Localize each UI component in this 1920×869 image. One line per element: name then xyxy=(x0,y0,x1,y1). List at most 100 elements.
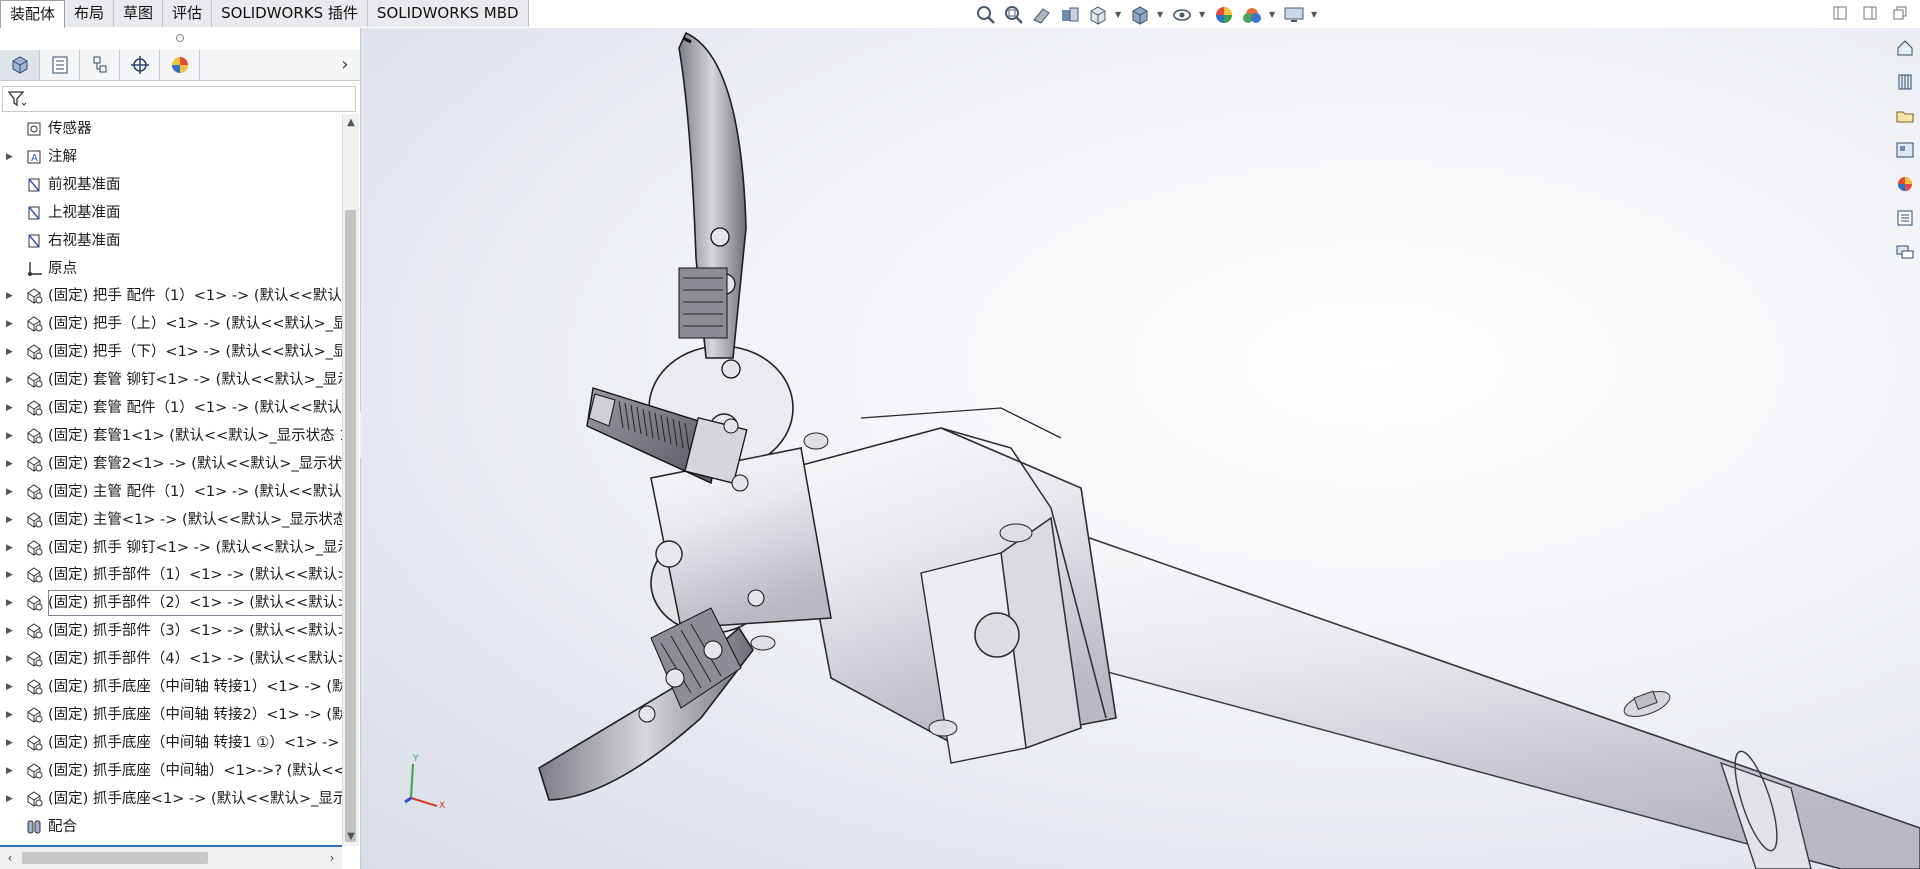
chevron-down-icon[interactable]: ▼ xyxy=(1311,5,1319,25)
solidworks-resources-icon[interactable] xyxy=(1890,34,1920,62)
tree-item[interactable]: ▶ (固定) 主管 配件（1）<1> -> (默认<<默认 xyxy=(0,479,342,505)
dimxpert-icon[interactable] xyxy=(120,50,160,80)
expand-arrow-icon[interactable]: ▶ xyxy=(6,283,16,309)
graphics-area[interactable]: Y X xyxy=(361,28,1920,869)
scroll-down-icon[interactable]: ▼ xyxy=(343,828,359,846)
tree-item[interactable]: ▶ (固定) 抓手底座（中间轴 转接2）<1> -> (默 xyxy=(0,702,342,728)
chevron-down-icon[interactable]: ▼ xyxy=(1269,5,1277,25)
tree-item[interactable]: ▶ (固定) 主管<1> -> (默认<<默认>_显示状态 xyxy=(0,507,342,533)
scroll-thumb[interactable] xyxy=(345,210,356,842)
tree-item-label: (固定) 抓手底座（中间轴 转接2）<1> -> (默 xyxy=(48,706,342,723)
expand-arrow-icon[interactable]: ▶ xyxy=(6,395,16,421)
expand-arrow-icon[interactable]: ▶ xyxy=(6,507,16,533)
tree-item-label: (固定) 抓手部件（3）<1> -> (默认<<默认> xyxy=(48,623,342,640)
tile-left-icon[interactable] xyxy=(1832,5,1848,21)
scroll-thumb[interactable] xyxy=(22,852,208,864)
file-explorer-icon[interactable] xyxy=(1890,102,1920,130)
propertymanager-icon[interactable] xyxy=(40,50,80,80)
tree-item[interactable]: ▶ (固定) 抓手底座<1> -> (默认<<默认>_显示 xyxy=(0,786,342,812)
tree-item-label: 右视基准面 xyxy=(48,232,121,249)
zoom-area-icon[interactable] xyxy=(1003,5,1025,25)
expand-arrow-icon[interactable]: ▶ xyxy=(6,144,16,170)
command-tab[interactable]: 草图 xyxy=(114,0,164,27)
display-style-icon[interactable] xyxy=(1129,5,1151,25)
tree-item[interactable]: ▶ (固定) 抓手部件（2）<1> -> (默认<<默认> xyxy=(0,590,342,617)
tree-item[interactable]: 右视基准面 xyxy=(0,228,342,254)
expand-arrow-icon[interactable]: ▶ xyxy=(6,339,16,365)
tree-item[interactable]: ▶ (固定) 套管 铆钉<1> -> (默认<<默认>_显示 xyxy=(0,367,342,393)
expand-arrow-icon[interactable]: ▶ xyxy=(6,535,16,561)
expand-arrow-icon[interactable]: ▶ xyxy=(6,562,16,588)
panel-grip[interactable] xyxy=(176,34,184,42)
scroll-right-icon[interactable]: › xyxy=(324,849,340,867)
chevron-down-icon[interactable]: ▼ xyxy=(1199,5,1207,25)
tree-item[interactable]: ▶ (固定) 套管2<1> -> (默认<<默认>_显示状 xyxy=(0,451,342,477)
expand-arrow-icon[interactable]: ▶ xyxy=(6,786,16,812)
view-orientation-icon[interactable] xyxy=(1087,5,1109,25)
view-settings-icon[interactable] xyxy=(1283,5,1305,25)
tree-horizontal-scrollbar[interactable]: ‹ › xyxy=(0,845,342,869)
expand-arrow-icon[interactable]: ▶ xyxy=(6,618,16,644)
tree-item[interactable]: ▶ (固定) 套管 配件（1）<1> -> (默认<<默认 xyxy=(0,395,342,421)
expand-arrow-icon[interactable]: ▶ xyxy=(6,479,16,505)
part-icon xyxy=(24,455,44,473)
scroll-left-icon[interactable]: ‹ xyxy=(2,849,18,867)
tree-item[interactable]: 传感器 xyxy=(0,116,342,142)
tree-item[interactable]: ▶ (固定) 把手（下）<1> -> (默认<<默认>_显 xyxy=(0,339,342,365)
chevron-right-icon[interactable]: › xyxy=(336,54,354,76)
appearances-icon[interactable] xyxy=(1890,170,1920,198)
tree-item-label: (固定) 主管 配件（1）<1> -> (默认<<默认 xyxy=(48,483,342,500)
apply-scene-icon[interactable] xyxy=(1241,5,1263,25)
tree-item[interactable]: 前视基准面 xyxy=(0,172,342,198)
tree-item[interactable]: 配合 xyxy=(0,814,342,840)
previous-view-icon[interactable] xyxy=(1031,5,1053,25)
tree-item[interactable]: 原点 xyxy=(0,256,342,282)
tree-item[interactable]: ▶ (固定) 抓手部件（3）<1> -> (默认<<默认> xyxy=(0,618,342,644)
tree-filter-input[interactable] xyxy=(2,86,356,112)
expand-arrow-icon[interactable]: ▶ xyxy=(6,730,16,756)
expand-arrow-icon[interactable]: ▶ xyxy=(6,311,16,337)
tree-item[interactable]: ▶ (固定) 把手 配件（1）<1> -> (默认<<默认 xyxy=(0,283,342,309)
tree-item[interactable]: ▶ (固定) 把手（上）<1> -> (默认<<默认>_显 xyxy=(0,311,342,337)
expand-arrow-icon[interactable]: ▶ xyxy=(6,702,16,728)
displaymanager-icon[interactable] xyxy=(160,50,200,80)
command-tab[interactable]: 布局 xyxy=(65,0,115,27)
tree-vertical-scrollbar[interactable]: ▲ ▼ xyxy=(342,114,359,846)
expand-arrow-icon[interactable]: ▶ xyxy=(6,367,16,393)
expand-arrow-icon[interactable]: ▶ xyxy=(6,674,16,700)
tile-right-icon[interactable] xyxy=(1862,5,1878,21)
tree-item[interactable]: ▶ (固定) 抓手 铆钉<1> -> (默认<<默认>_显示 xyxy=(0,535,342,561)
custom-properties-icon[interactable] xyxy=(1890,204,1920,232)
tree-item[interactable]: ▶ (固定) 抓手底座（中间轴 转接1 ①）<1> -> xyxy=(0,730,342,756)
expand-arrow-icon[interactable]: ▶ xyxy=(6,590,16,616)
expand-arrow-icon[interactable]: ▶ xyxy=(6,646,16,672)
tree-item[interactable]: ▶ A 注解 xyxy=(0,144,342,170)
tree-item[interactable]: 上视基准面 xyxy=(0,200,342,226)
edit-appearance-icon[interactable] xyxy=(1213,5,1235,25)
command-tab[interactable]: 评估 xyxy=(163,0,213,27)
expand-arrow-icon[interactable]: ▶ xyxy=(6,451,16,477)
expand-arrow-icon[interactable]: ▶ xyxy=(6,758,16,784)
hide-show-icon[interactable] xyxy=(1171,5,1193,25)
design-library-icon[interactable] xyxy=(1890,68,1920,96)
forum-icon[interactable] xyxy=(1890,238,1920,266)
expand-arrow-icon[interactable]: ▶ xyxy=(6,423,16,449)
assembly-model-render[interactable] xyxy=(361,28,1920,869)
tree-item[interactable]: ▶ (固定) 抓手底座（中间轴）<1>->? (默认<< xyxy=(0,758,342,784)
restore-window-icon[interactable] xyxy=(1892,5,1908,21)
command-tab[interactable]: 装配体 xyxy=(0,0,66,28)
featuremanager-icon[interactable] xyxy=(0,50,40,80)
zoom-to-fit-icon[interactable] xyxy=(975,5,997,25)
scroll-up-icon[interactable]: ▲ xyxy=(343,114,359,132)
section-view-icon[interactable] xyxy=(1059,5,1081,25)
command-tab[interactable]: SOLIDWORKS MBD xyxy=(367,0,529,27)
tree-item[interactable]: ▶ (固定) 套管1<1> (默认<<默认>_显示状态 1 xyxy=(0,423,342,449)
chevron-down-icon[interactable]: ▼ xyxy=(1115,5,1123,25)
chevron-down-icon[interactable]: ▼ xyxy=(1157,5,1165,25)
command-tab[interactable]: SOLIDWORKS 插件 xyxy=(212,0,368,27)
view-palette-icon[interactable] xyxy=(1890,136,1920,164)
tree-item[interactable]: ▶ (固定) 抓手底座（中间轴 转接1）<1> -> (默 xyxy=(0,674,342,700)
tree-item[interactable]: ▶ (固定) 抓手部件（1）<1> -> (默认<<默认> xyxy=(0,562,342,588)
configurationmanager-icon[interactable] xyxy=(80,50,120,80)
tree-item[interactable]: ▶ (固定) 抓手部件（4）<1> -> (默认<<默认> xyxy=(0,646,342,672)
